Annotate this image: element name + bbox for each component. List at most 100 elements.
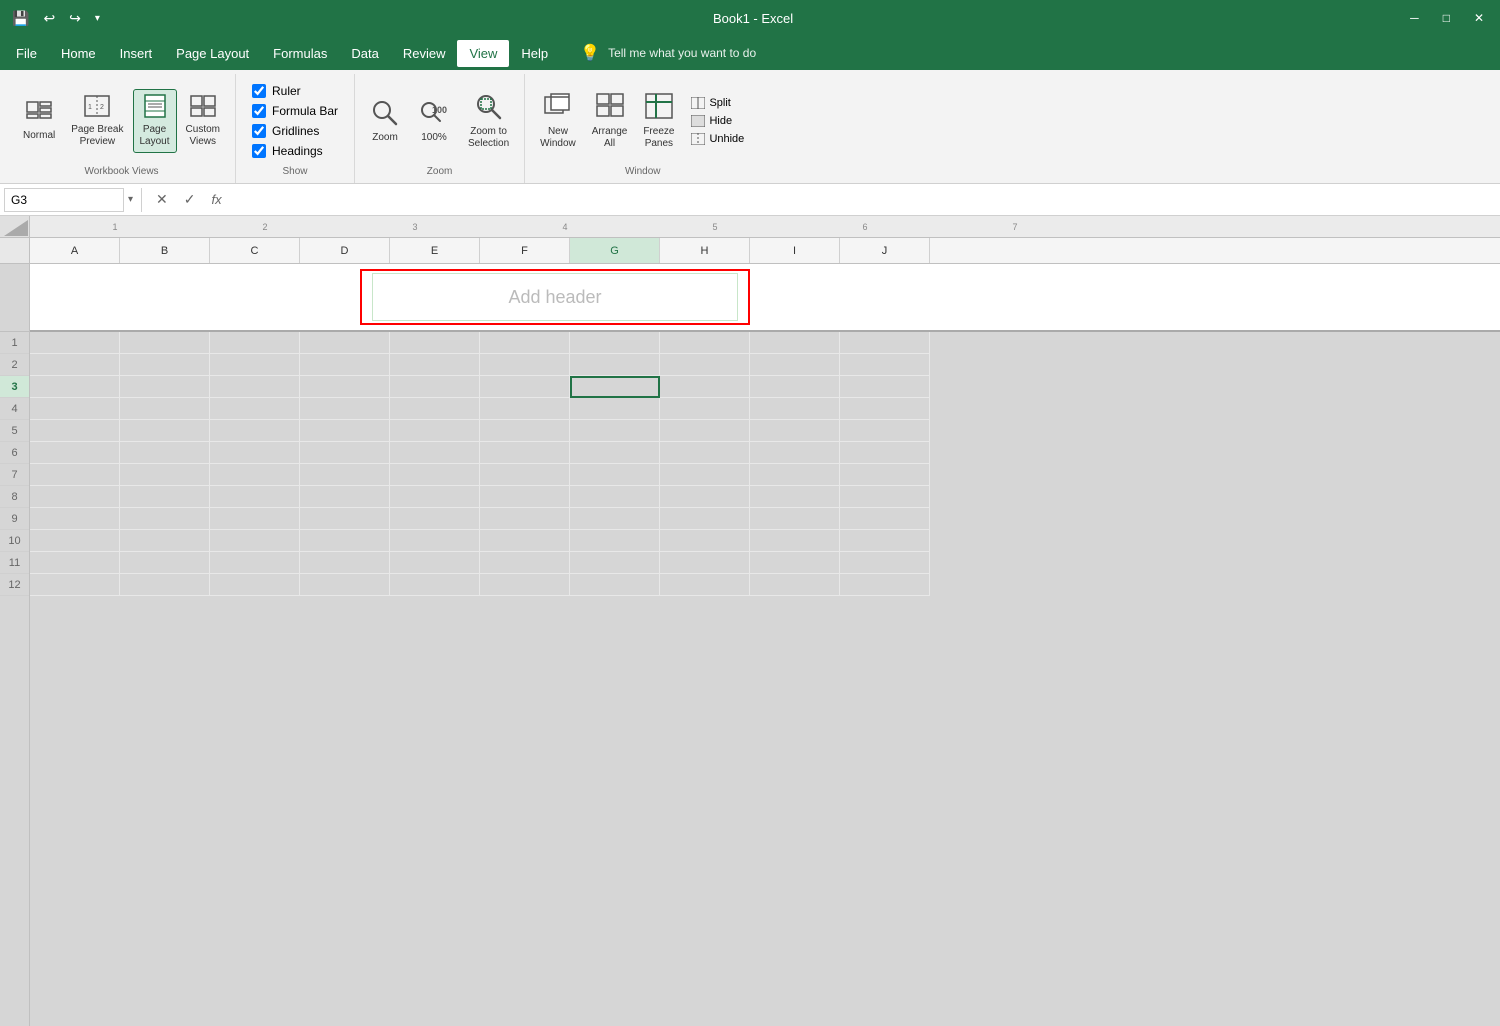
cell-d9[interactable] <box>300 508 390 530</box>
cell-c10[interactable] <box>210 530 300 552</box>
col-header-f[interactable]: F <box>480 238 570 263</box>
formula-bar-checkbox-label[interactable]: Formula Bar <box>252 104 338 118</box>
cell-g3[interactable] <box>570 376 660 398</box>
cell-j2[interactable] <box>840 354 930 376</box>
custom-views-button[interactable]: CustomViews <box>179 89 227 153</box>
hide-button[interactable]: Hide <box>687 113 748 129</box>
menu-data[interactable]: Data <box>339 40 390 67</box>
cell-e3[interactable] <box>390 376 480 398</box>
col-header-a[interactable]: A <box>30 238 120 263</box>
cell-i6[interactable] <box>750 442 840 464</box>
cell-a10[interactable] <box>30 530 120 552</box>
menu-insert[interactable]: Insert <box>108 40 165 67</box>
col-header-i[interactable]: I <box>750 238 840 263</box>
cell-c5[interactable] <box>210 420 300 442</box>
cell-g10[interactable] <box>570 530 660 552</box>
cell-h3[interactable] <box>660 376 750 398</box>
cell-j12[interactable] <box>840 574 930 596</box>
col-header-d[interactable]: D <box>300 238 390 263</box>
ruler-checkbox-label[interactable]: Ruler <box>252 84 338 98</box>
row-num-4[interactable]: 4 <box>0 398 29 420</box>
cell-b3[interactable] <box>120 376 210 398</box>
cell-a5[interactable] <box>30 420 120 442</box>
cell-f6[interactable] <box>480 442 570 464</box>
cell-b4[interactable] <box>120 398 210 420</box>
cell-f5[interactable] <box>480 420 570 442</box>
cell-h10[interactable] <box>660 530 750 552</box>
headings-checkbox-label[interactable]: Headings <box>252 144 338 158</box>
zoom-to-selection-button[interactable]: Zoom toSelection <box>461 87 516 155</box>
page-layout-button[interactable]: PageLayout <box>133 89 177 153</box>
cell-g5[interactable] <box>570 420 660 442</box>
cell-i5[interactable] <box>750 420 840 442</box>
split-button[interactable]: Split <box>687 95 748 111</box>
row-num-8[interactable]: 8 <box>0 486 29 508</box>
cell-c9[interactable] <box>210 508 300 530</box>
cell-h6[interactable] <box>660 442 750 464</box>
cell-j10[interactable] <box>840 530 930 552</box>
freeze-panes-button[interactable]: FreezePanes <box>636 87 681 155</box>
cell-f4[interactable] <box>480 398 570 420</box>
zoom-100-button[interactable]: 100 100% <box>409 93 459 149</box>
cell-e6[interactable] <box>390 442 480 464</box>
new-window-button[interactable]: NewWindow <box>533 87 583 155</box>
cell-f3[interactable] <box>480 376 570 398</box>
cell-e12[interactable] <box>390 574 480 596</box>
cell-a8[interactable] <box>30 486 120 508</box>
search-box[interactable]: Tell me what you want to do <box>608 46 756 60</box>
header-right[interactable] <box>1370 264 1500 330</box>
col-header-h[interactable]: H <box>660 238 750 263</box>
menu-view[interactable]: View <box>457 40 509 67</box>
cell-h9[interactable] <box>660 508 750 530</box>
menu-help[interactable]: Help <box>509 40 560 67</box>
cell-j5[interactable] <box>840 420 930 442</box>
insert-function-button[interactable]: fx <box>206 190 228 209</box>
cell-j3[interactable] <box>840 376 930 398</box>
cell-g11[interactable] <box>570 552 660 574</box>
redo-icon[interactable]: ↪ <box>65 8 85 29</box>
row-num-2[interactable]: 2 <box>0 354 29 376</box>
cell-d5[interactable] <box>300 420 390 442</box>
minimize-button[interactable]: ─ <box>1402 11 1427 25</box>
cell-d12[interactable] <box>300 574 390 596</box>
cell-j1[interactable] <box>840 332 930 354</box>
name-box[interactable] <box>4 188 124 212</box>
row-num-12[interactable]: 12 <box>0 574 29 596</box>
cell-a1[interactable] <box>30 332 120 354</box>
cell-h11[interactable] <box>660 552 750 574</box>
cell-i9[interactable] <box>750 508 840 530</box>
row-num-7[interactable]: 7 <box>0 464 29 486</box>
header-left[interactable] <box>30 264 360 330</box>
cell-j7[interactable] <box>840 464 930 486</box>
row-num-5[interactable]: 5 <box>0 420 29 442</box>
cell-d1[interactable] <box>300 332 390 354</box>
col-header-j[interactable]: J <box>840 238 930 263</box>
row-num-1[interactable]: 1 <box>0 332 29 354</box>
cell-a3[interactable] <box>30 376 120 398</box>
cell-i1[interactable] <box>750 332 840 354</box>
cell-a2[interactable] <box>30 354 120 376</box>
gridlines-checkbox-label[interactable]: Gridlines <box>252 124 338 138</box>
cell-d7[interactable] <box>300 464 390 486</box>
cell-e9[interactable] <box>390 508 480 530</box>
cancel-formula-button[interactable]: ✕ <box>150 189 174 210</box>
cell-b10[interactable] <box>120 530 210 552</box>
menu-page-layout[interactable]: Page Layout <box>164 40 261 67</box>
cell-h8[interactable] <box>660 486 750 508</box>
page-break-preview-button[interactable]: 1 2 Page BreakPreview <box>64 89 130 153</box>
cell-a7[interactable] <box>30 464 120 486</box>
cell-f9[interactable] <box>480 508 570 530</box>
name-box-dropdown-icon[interactable]: ▾ <box>128 194 133 205</box>
cell-h2[interactable] <box>660 354 750 376</box>
gridlines-checkbox[interactable] <box>252 124 266 138</box>
cell-a11[interactable] <box>30 552 120 574</box>
cell-c2[interactable] <box>210 354 300 376</box>
cell-g9[interactable] <box>570 508 660 530</box>
cell-b12[interactable] <box>120 574 210 596</box>
row-num-11[interactable]: 11 <box>0 552 29 574</box>
cell-i4[interactable] <box>750 398 840 420</box>
cell-a4[interactable] <box>30 398 120 420</box>
ruler-checkbox[interactable] <box>252 84 266 98</box>
cell-e8[interactable] <box>390 486 480 508</box>
cell-f8[interactable] <box>480 486 570 508</box>
